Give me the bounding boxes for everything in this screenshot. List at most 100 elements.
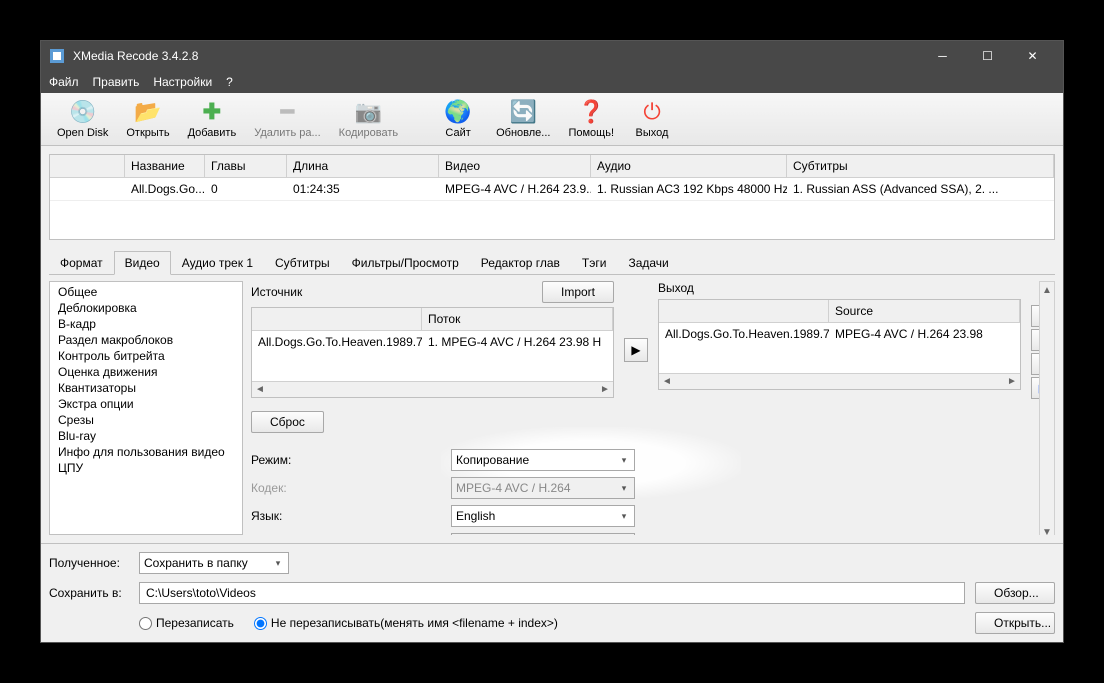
help-icon: ❓ [578, 99, 605, 125]
scroll-left-icon[interactable]: ◄ [252, 382, 268, 398]
help-button[interactable]: ❓Помощь! [560, 97, 622, 141]
output-row[interactable]: All.Dogs.Go.To.Heaven.1989.720p.B... MPE… [659, 323, 1020, 345]
scrollbar[interactable]: ◄ ► [252, 381, 613, 397]
open-disk-button[interactable]: 💿Open Disk [49, 97, 116, 141]
col-chapters[interactable]: Главы [205, 155, 287, 177]
tab-format[interactable]: Формат [49, 251, 114, 275]
side-item[interactable]: Раздел макроблоков [52, 332, 240, 348]
col-length[interactable]: Длина [287, 155, 439, 177]
open-button[interactable]: 📂Открыть [118, 97, 177, 141]
source-col[interactable]: Source [829, 300, 1020, 322]
globe-icon: 🌍 [444, 99, 471, 125]
window-title: XMedia Recode 3.4.2.8 [73, 49, 920, 63]
side-item[interactable]: В-кадр [52, 316, 240, 332]
scroll-left-icon[interactable]: ◄ [659, 374, 675, 390]
chevron-down-icon: ▾ [616, 508, 632, 524]
chevron-down-icon: ▾ [616, 480, 632, 496]
menubar: Файл Править Настройки ? [41, 71, 1063, 93]
no-overwrite-radio[interactable]: Не перезаписывать(менять имя <filename +… [254, 616, 558, 630]
close-button[interactable]: ✕ [1010, 41, 1055, 71]
source-label: Источник [251, 285, 302, 299]
reset-button[interactable]: Сброс [251, 411, 324, 433]
menu-edit[interactable]: Править [93, 75, 140, 89]
scroll-up-icon[interactable]: ▲ [1040, 282, 1054, 298]
open-folder-button[interactable]: Открыть... [975, 612, 1055, 634]
tab-tags[interactable]: Тэги [571, 251, 618, 275]
site-button[interactable]: 🌍Сайт [430, 97, 486, 141]
source-row[interactable]: All.Dogs.Go.To.Heaven.1989.72... 1. MPEG… [252, 331, 613, 353]
remove-button: ━Удалить ра... [246, 97, 328, 141]
titlebar: XMedia Recode 3.4.2.8 ─ ☐ ✕ [41, 41, 1063, 71]
col-subtitles[interactable]: Субтитры [787, 155, 1054, 177]
minimize-button[interactable]: ─ [920, 41, 965, 71]
overwrite-radio[interactable]: Перезаписать [139, 616, 234, 630]
tab-bar: Формат Видео Аудио трек 1 Субтитры Фильт… [49, 250, 1055, 275]
maximize-button[interactable]: ☐ [965, 41, 1010, 71]
side-item[interactable]: ЦПУ [52, 460, 240, 476]
path-input[interactable] [139, 582, 965, 604]
mode-label: Режим: [251, 453, 451, 467]
codec-label: Кодек: [251, 481, 451, 495]
side-item[interactable]: Оценка движения [52, 364, 240, 380]
exit-icon: ⏻ [643, 99, 660, 125]
tab-audio1[interactable]: Аудио трек 1 [171, 251, 264, 275]
browse-button[interactable]: Обзор... [975, 582, 1055, 604]
file-row[interactable]: All.Dogs.Go... 0 01:24:35 MPEG-4 AVC / H… [50, 178, 1054, 201]
disk-icon: 💿 [69, 99, 96, 125]
app-icon [49, 48, 65, 64]
add-button[interactable]: ✚Добавить [180, 97, 245, 141]
side-item[interactable]: Экстра опции [52, 396, 240, 412]
col-name[interactable]: Название [125, 155, 205, 177]
file-grid: Название Главы Длина Видео Аудио Субтитр… [49, 154, 1055, 240]
side-item[interactable]: Контроль битрейта [52, 348, 240, 364]
scroll-right-icon[interactable]: ► [597, 382, 613, 398]
output-label: Выход [658, 281, 694, 295]
source-grid: Поток All.Dogs.Go.To.Heaven.1989.72... 1… [251, 307, 614, 398]
lang-combo[interactable]: English▾ [451, 505, 635, 527]
app-window: XMedia Recode 3.4.2.8 ─ ☐ ✕ Файл Править… [40, 40, 1064, 643]
side-item[interactable]: Квантизаторы [52, 380, 240, 396]
lang-label: Язык: [251, 509, 451, 523]
chevron-down-icon: ▾ [616, 452, 632, 468]
video-options-list: Общее Деблокировка В-кадр Раздел макробл… [49, 281, 243, 535]
camera-icon: 📷 [355, 99, 382, 125]
tab-subtitles[interactable]: Субтитры [264, 251, 341, 275]
transfer-button[interactable]: ▶ [624, 338, 648, 362]
fps-combo: Как оригинал▾ [451, 533, 635, 535]
refresh-icon: 🔄 [510, 99, 537, 125]
menu-file[interactable]: Файл [49, 75, 79, 89]
mode-combo[interactable]: Копирование▾ [451, 449, 635, 471]
side-item[interactable]: Деблокировка [52, 300, 240, 316]
toolbar: 💿Open Disk 📂Открыть ✚Добавить ━Удалить р… [41, 93, 1063, 146]
side-item[interactable]: Срезы [52, 412, 240, 428]
tab-chapters[interactable]: Редактор глав [470, 251, 571, 275]
stream-col[interactable]: Поток [422, 308, 613, 330]
bottom-panel: Полученное: Сохранить в папку▾ Сохранить… [41, 543, 1063, 642]
tab-tasks[interactable]: Задачи [617, 251, 679, 275]
col-blank[interactable] [50, 155, 125, 177]
tab-video[interactable]: Видео [114, 251, 171, 275]
side-item[interactable]: Blu-ray [52, 428, 240, 444]
exit-button[interactable]: ⏻Выход [624, 97, 680, 141]
scrollbar[interactable]: ◄ ► [659, 373, 1020, 389]
col-audio[interactable]: Аудио [591, 155, 787, 177]
menu-help[interactable]: ? [226, 75, 233, 89]
scroll-right-icon[interactable]: ► [1004, 374, 1020, 390]
update-button[interactable]: 🔄Обновле... [488, 97, 558, 141]
plus-icon: ✚ [203, 99, 221, 125]
minus-icon: ━ [281, 99, 294, 125]
save-to-label: Сохранить в: [49, 586, 129, 600]
tab-filters[interactable]: Фильтры/Просмотр [341, 251, 470, 275]
menu-settings[interactable]: Настройки [153, 75, 212, 89]
received-combo[interactable]: Сохранить в папку▾ [139, 552, 289, 574]
folder-icon: 📂 [134, 99, 161, 125]
received-label: Полученное: [49, 556, 129, 570]
import-button[interactable]: Import [542, 281, 614, 303]
side-item[interactable]: Общее [52, 284, 240, 300]
side-item[interactable]: Инфо для пользования видео [52, 444, 240, 460]
chevron-down-icon: ▾ [270, 555, 286, 571]
encode-button: 📷Кодировать [331, 97, 406, 141]
output-grid: Source All.Dogs.Go.To.Heaven.1989.720p.B… [658, 299, 1021, 390]
col-video[interactable]: Видео [439, 155, 591, 177]
main-area: Источник Import Поток All.Dogs.Go.To.Hea… [251, 281, 1055, 535]
